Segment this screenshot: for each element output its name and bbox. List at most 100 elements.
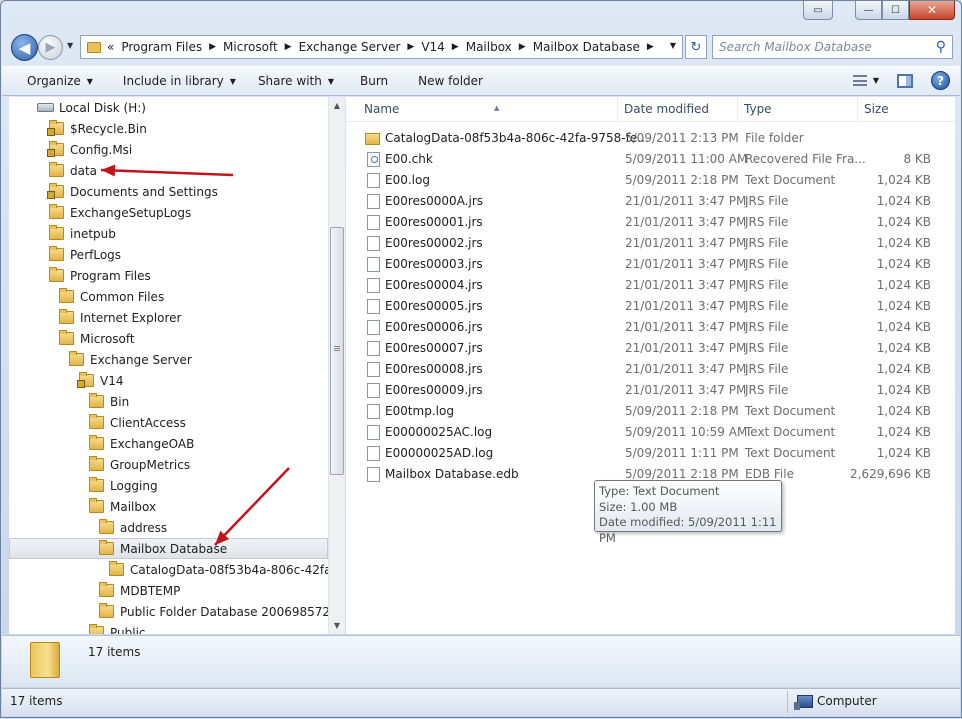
scroll-up-arrow[interactable]: ▲: [329, 97, 345, 114]
column-header-size[interactable]: Size: [858, 97, 955, 122]
include-in-library-button[interactable]: Include in library ▼: [105, 74, 248, 88]
file-row[interactable]: E00000025AD.log 5/09/2011 1:11 PM Text Doc…: [346, 443, 955, 464]
nav-tree-item[interactable]: Mailbox Database: [9, 538, 328, 559]
file-row[interactable]: E00res00008.jrs 21/01/2011 3:47 PM JRS Fil…: [346, 359, 955, 380]
new-folder-button[interactable]: New folder: [400, 74, 495, 88]
nav-tree-item[interactable]: Mailbox: [89, 496, 156, 517]
nav-tree-item[interactable]: Microsoft: [59, 328, 135, 349]
column-header-type[interactable]: Type: [738, 97, 858, 122]
nav-tree-item[interactable]: PerfLogs: [49, 244, 121, 265]
help-icon[interactable]: ?: [931, 71, 950, 90]
folder-lock-icon: [47, 141, 64, 157]
file-date-modified: 5/09/2011 2:18 PM: [625, 173, 739, 187]
scroll-down-arrow[interactable]: ▼: [329, 617, 345, 634]
breadcrumb-separator-icon[interactable]: ▶: [407, 42, 414, 52]
nav-tree-item[interactable]: Internet Explorer: [59, 307, 181, 328]
forward-button[interactable]: ▶: [38, 35, 63, 60]
refresh-button[interactable]: ↻: [685, 35, 707, 59]
nav-tree-item[interactable]: Config.Msi: [47, 139, 132, 160]
search-input[interactable]: Search Mailbox Database ⚲: [712, 35, 953, 59]
folder-icon: [49, 204, 64, 219]
file-row[interactable]: E00res00009.jrs 21/01/2011 3:47 PM JRS Fil…: [346, 380, 955, 401]
nav-tree-item[interactable]: Exchange Server: [69, 349, 192, 370]
address-overflow[interactable]: «: [107, 40, 114, 54]
back-button[interactable]: ◀: [11, 34, 38, 61]
file-type: JRS File: [745, 299, 789, 313]
column-header-date[interactable]: Date modified: [618, 97, 738, 122]
window-extra-button[interactable]: ▭: [803, 1, 833, 20]
folder-icon: [89, 393, 104, 408]
file-row[interactable]: E00000025AC.log 5/09/2011 10:59 AM Text Do…: [346, 422, 955, 443]
file-name: E00.chk: [385, 152, 433, 166]
address-dropdown[interactable]: ▼: [670, 41, 676, 50]
nav-tree-item[interactable]: CatalogData-08f53b4a-806c-42fa-9758: [109, 559, 328, 580]
file-row[interactable]: E00.chk 5/09/2011 11:00 AM Recovered File …: [346, 149, 955, 170]
nav-tree-item[interactable]: MDBTEMP: [99, 580, 180, 601]
navigation-pane-scrollbar[interactable]: ▲ ▼: [328, 97, 345, 634]
breadcrumb-separator-icon[interactable]: ▶: [647, 42, 654, 52]
nav-tree-item[interactable]: address: [99, 517, 167, 538]
file-row[interactable]: E00res00001.jrs 21/01/2011 3:47 PM JRS Fil…: [346, 212, 955, 233]
nav-tree-item[interactable]: Public Folder Database 2006985727: [99, 601, 328, 622]
status-bar: 17 items Computer: [2, 688, 960, 716]
file-row[interactable]: E00res00007.jrs 21/01/2011 3:47 PM JRS Fil…: [346, 338, 955, 359]
file-row[interactable]: E00res0000A.jrs 21/01/2011 3:47 PM JRS Fil…: [346, 191, 955, 212]
nav-tree-item[interactable]: Bin: [89, 391, 129, 412]
breadcrumb-item[interactable]: Program Files: [121, 40, 202, 54]
preview-pane-icon[interactable]: [897, 73, 913, 88]
column-header-name[interactable]: Name ▲: [358, 97, 618, 122]
file-row[interactable]: E00res00005.jrs 21/01/2011 3:47 PM JRS Fil…: [346, 296, 955, 317]
breadcrumb-separator-icon[interactable]: ▶: [452, 42, 459, 52]
recent-pages-dropdown[interactable]: ▼: [67, 41, 73, 50]
document-icon: [367, 425, 380, 440]
file-row[interactable]: E00res00004.jrs 21/01/2011 3:47 PM JRS Fil…: [346, 275, 955, 296]
nav-tree-item[interactable]: Local Disk (H:): [37, 97, 146, 118]
breadcrumb-item[interactable]: Microsoft: [223, 40, 278, 54]
breadcrumb-separator-icon[interactable]: ▶: [209, 42, 216, 52]
nav-tree-label: Mailbox Database: [120, 541, 228, 556]
nav-tree-item[interactable]: Logging: [89, 475, 158, 496]
minimize-button[interactable]: —: [855, 1, 882, 20]
folder-icon: [49, 267, 64, 282]
file-name: CatalogData-08f53b4a-806c-42fa-9758-fe..…: [385, 131, 649, 145]
file-row[interactable]: E00res00002.jrs 21/01/2011 3:47 PM JRS Fil…: [346, 233, 955, 254]
file-row[interactable]: E00res00003.jrs 21/01/2011 3:47 PM JRS Fil…: [346, 254, 955, 275]
nav-tree-item[interactable]: Common Files: [59, 286, 164, 307]
nav-tree-item[interactable]: data: [49, 160, 97, 181]
nav-tree-item[interactable]: Program Files: [49, 265, 151, 286]
file-row[interactable]: E00tmp.log 5/09/2011 2:18 PM Text Document…: [346, 401, 955, 422]
nav-tree-item[interactable]: Documents and Settings: [47, 181, 218, 202]
breadcrumb-separator-icon[interactable]: ▶: [285, 42, 292, 52]
file-row[interactable]: E00res00006.jrs 21/01/2011 3:47 PM JRS Fil…: [346, 317, 955, 338]
scrollbar-grip: [334, 346, 340, 347]
file-size: 1,024 KB: [876, 299, 931, 313]
maximize-button[interactable]: ☐: [882, 1, 909, 20]
nav-tree-label: MDBTEMP: [120, 583, 181, 598]
nav-tree-item[interactable]: ExchangeSetupLogs: [49, 202, 191, 223]
file-date-modified: 21/01/2011 3:47 PM: [625, 215, 747, 229]
search-icon[interactable]: ⚲: [936, 39, 946, 55]
nav-tree-item[interactable]: inetpub: [49, 223, 116, 244]
breadcrumb-item[interactable]: Exchange Server: [299, 40, 401, 54]
view-dropdown[interactable]: ▼: [873, 76, 879, 85]
breadcrumb-item[interactable]: V14: [421, 40, 444, 54]
nav-tree-item[interactable]: GroupMetrics: [89, 454, 190, 475]
nav-tree-item[interactable]: V14: [77, 370, 123, 391]
nav-tree-item[interactable]: $Recycle.Bin: [47, 118, 147, 139]
nav-tree-item[interactable]: ExchangeOAB: [89, 433, 194, 454]
change-view-icon[interactable]: [852, 75, 867, 86]
file-row[interactable]: E00.log 5/09/2011 2:18 PM Text Document 1,0…: [346, 170, 955, 191]
close-button[interactable]: ✕: [909, 1, 955, 20]
share-with-button[interactable]: Share with ▼: [248, 74, 346, 88]
file-row[interactable]: CatalogData-08f53b4a-806c-42fa-9758-fe..…: [346, 128, 955, 149]
forward-arrow-icon: ▶: [45, 40, 56, 55]
nav-tree-item[interactable]: ClientAccess: [89, 412, 186, 433]
scrollbar-thumb[interactable]: [330, 227, 344, 475]
nav-tree-item[interactable]: Public: [89, 622, 146, 634]
burn-button[interactable]: Burn: [346, 74, 400, 88]
address-bar[interactable]: « Program Files ▶ Microsoft ▶ Exchange Serve…: [80, 35, 683, 59]
breadcrumb-separator-icon[interactable]: ▶: [519, 42, 526, 52]
breadcrumb-item[interactable]: Mailbox: [466, 40, 512, 54]
organize-button[interactable]: Organize ▼: [2, 74, 105, 88]
breadcrumb-item[interactable]: Mailbox Database: [533, 40, 640, 54]
